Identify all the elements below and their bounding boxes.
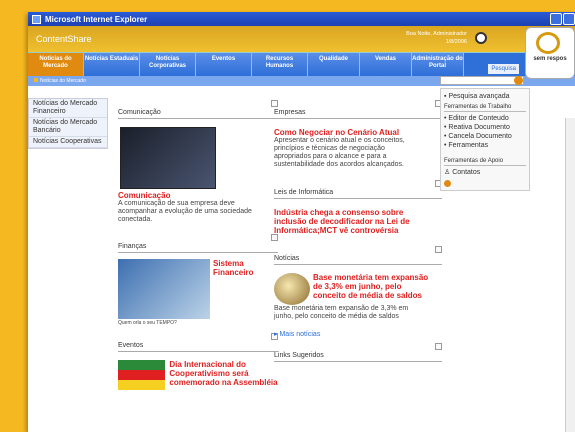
orange-dot-icon — [444, 180, 451, 187]
news-headline[interactable]: Base monetária tem expansão de 3,3% em j… — [313, 273, 435, 305]
news-headline[interactable]: Como Negociar no Cenário Atual — [274, 128, 442, 137]
tab-noticias-corporativas[interactable]: Notícias Corporativas — [140, 53, 196, 76]
tool-ferramentas-link[interactable]: • Ferramentas — [444, 141, 526, 150]
breadcrumb-text[interactable]: Notícias do Mercado — [40, 78, 86, 84]
section-title: Empresas — [274, 100, 442, 119]
tools-heading: Ferramentas de Trabalho — [444, 104, 526, 112]
left-column: Comunicação Comunicação A comunicação de… — [118, 96, 278, 390]
news-headline[interactable]: Indústria chega a consenso sobre inclusã… — [274, 208, 424, 235]
logout-icon[interactable] — [475, 32, 487, 44]
flag-image — [118, 360, 166, 390]
window-title: Microsoft Internet Explorer — [45, 14, 148, 24]
tab-eventos[interactable]: Eventos — [196, 53, 252, 76]
tab-noticias-mercado[interactable]: Notícias do Mercado — [28, 53, 84, 76]
news-summary: A comunicação de sua empresa deve acompa… — [118, 200, 252, 223]
app-logo: ContentShare — [36, 34, 92, 44]
help-button[interactable]: sem respos — [525, 27, 575, 79]
contacts-link[interactable]: ♙ Contatos — [444, 168, 526, 177]
tab-noticias-estaduais[interactable]: Notícias Estaduais — [84, 53, 140, 76]
image-caption: Quem orla o seu TEMPO? — [118, 320, 177, 326]
news-summary: Apresentar o cenário atual e os conceito… — [274, 137, 405, 168]
sidebar-item-cooperativas[interactable]: Notícias Cooperativas — [29, 137, 107, 148]
sidebar-item-mercado-financeiro[interactable]: Notícias do Mercado Financeiro — [29, 99, 107, 118]
section-title: Finanças — [118, 234, 278, 253]
section-title: Eventos — [118, 333, 278, 352]
advanced-search-link[interactable]: ▪ Pesquisa avançada — [444, 92, 526, 101]
help-label: sem respos — [533, 56, 567, 62]
search-go-icon[interactable] — [514, 76, 523, 85]
section-title: Leis de Informática — [274, 180, 442, 199]
tab-recursos-humanos[interactable]: Recursos Humanos — [252, 53, 308, 76]
news-headline[interactable]: Comunicação — [118, 191, 278, 200]
support-heading: Ferramentas de Apoio — [444, 158, 526, 166]
section-title: Notícias — [274, 246, 442, 265]
news-image — [274, 273, 310, 305]
app-header: ContentShare Boa Noite, Administrador 1/… — [28, 26, 575, 52]
tab-qualidade[interactable]: Qualidade — [308, 53, 360, 76]
search-tab[interactable]: Pesquisa — [488, 64, 519, 74]
greeting: Boa Noite, Administrador 1/8/2006 — [406, 30, 467, 46]
sidebar-item-mercado-bancario[interactable]: Notícias do Mercado Bancário — [29, 118, 107, 137]
right-panel: ▪ Pesquisa avançada Ferramentas de Traba… — [440, 88, 530, 191]
tool-cancela-link[interactable]: • Cancela Documento — [444, 132, 526, 141]
date-text: 1/8/2006 — [445, 39, 467, 45]
news-image — [118, 259, 210, 319]
section-title: Comunicação — [118, 100, 278, 119]
news-headline[interactable]: Sistema Financeiro — [213, 259, 263, 319]
title-bar: Microsoft Internet Explorer — [28, 12, 575, 26]
maximize-button[interactable] — [563, 13, 575, 25]
greeting-text: Boa Noite, Administrador — [406, 31, 467, 37]
ie-icon — [32, 14, 41, 24]
center-column: Empresas Como Negociar no Cenário Atual … — [274, 96, 442, 362]
news-headline[interactable]: Dia Internacional do Cooperativismo será… — [169, 360, 278, 390]
tab-administracao[interactable]: Administração do Portal — [412, 53, 464, 76]
more-news-link[interactable]: ▸ Mais notícias — [274, 331, 442, 339]
section-title: Links Sugeridos — [274, 343, 442, 362]
search-input[interactable] — [440, 76, 524, 85]
browser-window: Microsoft Internet Explorer ContentShare… — [28, 12, 575, 432]
lifebuoy-icon — [536, 32, 560, 54]
scrollbar[interactable] — [565, 118, 575, 432]
minimize-button[interactable] — [550, 13, 562, 25]
tool-editor-link[interactable]: • Editor de Conteudo — [444, 114, 526, 123]
bullet-icon — [34, 78, 38, 82]
tool-reativa-link[interactable]: • Reativa Documento — [444, 123, 526, 132]
news-image — [120, 127, 216, 189]
collapse-icon[interactable] — [435, 246, 442, 253]
news-summary: Base monetária tem expansão de 3,3% em j… — [274, 305, 409, 320]
sidebar: Notícias do Mercado Financeiro Notícias … — [28, 98, 108, 149]
tab-vendas[interactable]: Vendas — [360, 53, 412, 76]
main-nav: Notícias do Mercado Notícias Estaduais N… — [28, 27, 575, 79]
collapse-icon[interactable] — [435, 343, 442, 350]
